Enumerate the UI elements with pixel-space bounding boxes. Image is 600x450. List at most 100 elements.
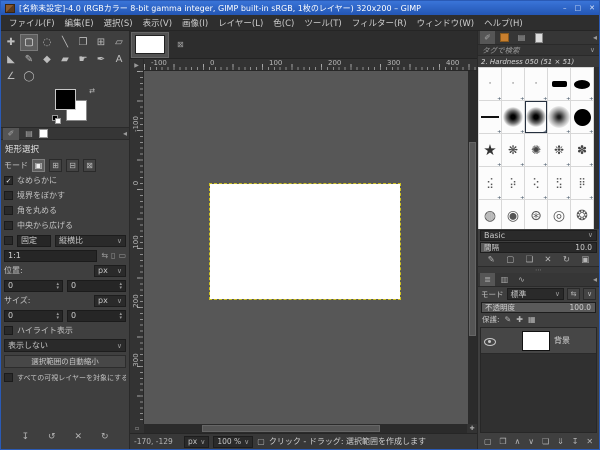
vertical-scrollbar[interactable] (468, 71, 477, 424)
brush-item[interactable]: ❉ (548, 134, 570, 166)
brush-spacing-slider[interactable]: 間隔 10.0 (480, 242, 597, 253)
visibility-eye-icon[interactable] (484, 336, 496, 346)
quick-mask-toggle[interactable]: ▫ (130, 424, 144, 433)
dock-menu-icon[interactable]: ◂ (123, 129, 127, 138)
menu-file[interactable]: ファイル(F) (4, 16, 60, 30)
lock-position-icon[interactable]: ✚ (516, 315, 523, 324)
chevron-down-icon[interactable]: ∨ (590, 46, 595, 54)
auto-shrink-button[interactable]: 選択範囲の自動縮小 (4, 355, 126, 368)
unified-transform-tool[interactable]: ⊞ (92, 34, 110, 51)
free-select-tool[interactable]: ◌ (38, 34, 56, 51)
fixed-type-dropdown[interactable]: 縦横比 ∨ (55, 235, 126, 247)
duplicate-brush-icon[interactable]: ❏ (525, 255, 533, 265)
fixed-label[interactable]: 固定 (17, 235, 51, 247)
zoom-tool[interactable]: ◯ (20, 68, 38, 85)
position-x-input[interactable]: 0 ▴ ▾ (4, 280, 63, 292)
swap-colors-icon[interactable]: ⇄ (89, 87, 95, 95)
lower-layer-icon[interactable]: ∨ (528, 437, 534, 446)
brush-item[interactable] (502, 101, 524, 133)
brush-item[interactable] (571, 101, 593, 133)
ruler-corner[interactable]: ▶ (130, 59, 144, 71)
size-unit-dropdown[interactable]: px ∨ (94, 295, 126, 307)
edit-brush-icon[interactable]: ✎ (488, 255, 495, 265)
close-button[interactable]: ✕ (589, 4, 595, 12)
layers-tab[interactable]: ≣ (480, 273, 495, 286)
mode-intersect-button[interactable]: ⊠ (83, 159, 96, 172)
horizontal-scrollbar[interactable] (144, 424, 467, 433)
vertical-ruler[interactable]: -100 0 100 200 300 (130, 71, 144, 424)
title-bar[interactable]: [名称未設定]-4.0 (RGBカラー 8-bit gamma integer,… (1, 1, 599, 15)
menu-filters[interactable]: フィルター(R) (347, 16, 412, 30)
tag-filter-input[interactable]: タグで検索 (482, 45, 590, 56)
patterns-tab[interactable] (497, 31, 512, 44)
menu-windows[interactable]: ウィンドウ(W) (412, 16, 480, 30)
shrink-merged-option[interactable]: すべての可視レイヤーを対象にする (4, 370, 126, 385)
open-brush-as-image-icon[interactable]: ▣ (581, 255, 589, 265)
feather-option[interactable]: 境界をぼかす (4, 188, 126, 203)
rounded-corners-option[interactable]: 角を丸める (4, 203, 126, 218)
zoom-dropdown[interactable]: 100 % ∨ (213, 436, 253, 448)
fixed-checkbox[interactable] (4, 236, 13, 245)
brush-item[interactable]: ★ (479, 134, 501, 166)
restore-tool-preset-icon[interactable]: ↺ (48, 432, 56, 442)
rectangle-select-tool[interactable]: ▢ (20, 34, 38, 51)
eraser-tool[interactable]: ◆ (38, 51, 56, 68)
measure-tool[interactable]: ∠ (2, 68, 20, 85)
feather-checkbox[interactable] (4, 191, 13, 200)
dock-menu-icon[interactable]: ◂ (593, 275, 597, 284)
duplicate-layer-icon[interactable]: ❏ (542, 437, 549, 446)
brush-item[interactable]: ❂ (571, 200, 593, 229)
brush-item[interactable]: ◍ (479, 200, 501, 229)
brushes-tab[interactable]: ✐ (480, 31, 495, 44)
vertical-scrollbar-thumb[interactable] (469, 142, 476, 336)
spinner-arrows-icon[interactable]: ▴ ▾ (56, 282, 59, 290)
brush-grid-scrollbar[interactable] (594, 67, 599, 229)
image-tab[interactable] (131, 32, 169, 58)
brush-item[interactable]: ⣪ (479, 167, 501, 199)
brush-item[interactable]: ⡿ (571, 167, 593, 199)
ratio-input[interactable]: 1:1 (4, 250, 97, 262)
brush-item[interactable]: ✺ (525, 134, 547, 166)
layer-opacity-slider[interactable]: 不透明度 100.0 (481, 302, 596, 313)
reset-tool-options-icon[interactable]: ↻ (101, 432, 109, 442)
handle-transform-tool[interactable]: ▱ (110, 34, 128, 51)
antialias-option[interactable]: ✓ なめらかに (4, 173, 126, 188)
brush-item[interactable] (548, 68, 570, 100)
menu-select[interactable]: 選択(S) (99, 16, 138, 30)
move-tool[interactable]: ✚ (2, 34, 20, 51)
brush-item[interactable] (548, 101, 570, 133)
mode-subtract-button[interactable]: ⊟ (66, 159, 79, 172)
brush-item[interactable] (571, 68, 593, 100)
paintbrush-tool[interactable]: ✎ (20, 51, 38, 68)
paths-tab[interactable]: ∿ (514, 273, 529, 286)
guides-dropdown[interactable]: 表示しない ∨ (4, 339, 126, 352)
save-tool-preset-icon[interactable]: ↧ (21, 432, 29, 442)
new-brush-icon[interactable]: ▢ (506, 255, 514, 265)
fonts-tab[interactable] (531, 31, 546, 44)
highlight-checkbox[interactable] (4, 326, 13, 335)
position-y-input[interactable]: 0 ▴ ▾ (67, 280, 126, 292)
spinner-arrows-icon[interactable]: ▴ ▾ (119, 312, 122, 320)
mode-switch-button[interactable]: ⇆ (567, 288, 580, 300)
crop-tool[interactable]: ❐ (74, 34, 92, 51)
maximize-button[interactable]: □ (575, 4, 582, 12)
unit-dropdown[interactable]: px ∨ (184, 436, 209, 448)
mode-replace-button[interactable]: ▣ (32, 159, 45, 172)
brush-item[interactable]: · (525, 68, 547, 100)
mode-add-button[interactable]: ⊞ (49, 159, 62, 172)
bucket-fill-tool[interactable]: ◣ (2, 51, 20, 68)
brush-item[interactable]: ◎ (548, 200, 570, 229)
brush-item[interactable]: · (502, 68, 524, 100)
new-layer-group-icon[interactable]: ❐ (499, 437, 506, 446)
foreground-color-swatch[interactable] (55, 89, 76, 110)
portrait-icon[interactable]: ▯ (111, 251, 115, 260)
navigation-button[interactable]: ✚ (467, 424, 477, 433)
horizontal-ruler[interactable]: -100 0 100 200 300 400 (144, 59, 477, 71)
size-width-input[interactable]: 0 ▴ ▾ (4, 310, 63, 322)
merge-layer-icon[interactable]: ⇓ (557, 437, 564, 446)
brush-item[interactable]: ⣫ (548, 167, 570, 199)
default-colors-icon[interactable] (52, 115, 62, 125)
dock-menu-icon[interactable]: ◂ (593, 33, 597, 42)
expand-from-center-option[interactable]: 中央から広げる (4, 218, 126, 233)
delete-brush-icon[interactable]: ✕ (544, 255, 551, 265)
